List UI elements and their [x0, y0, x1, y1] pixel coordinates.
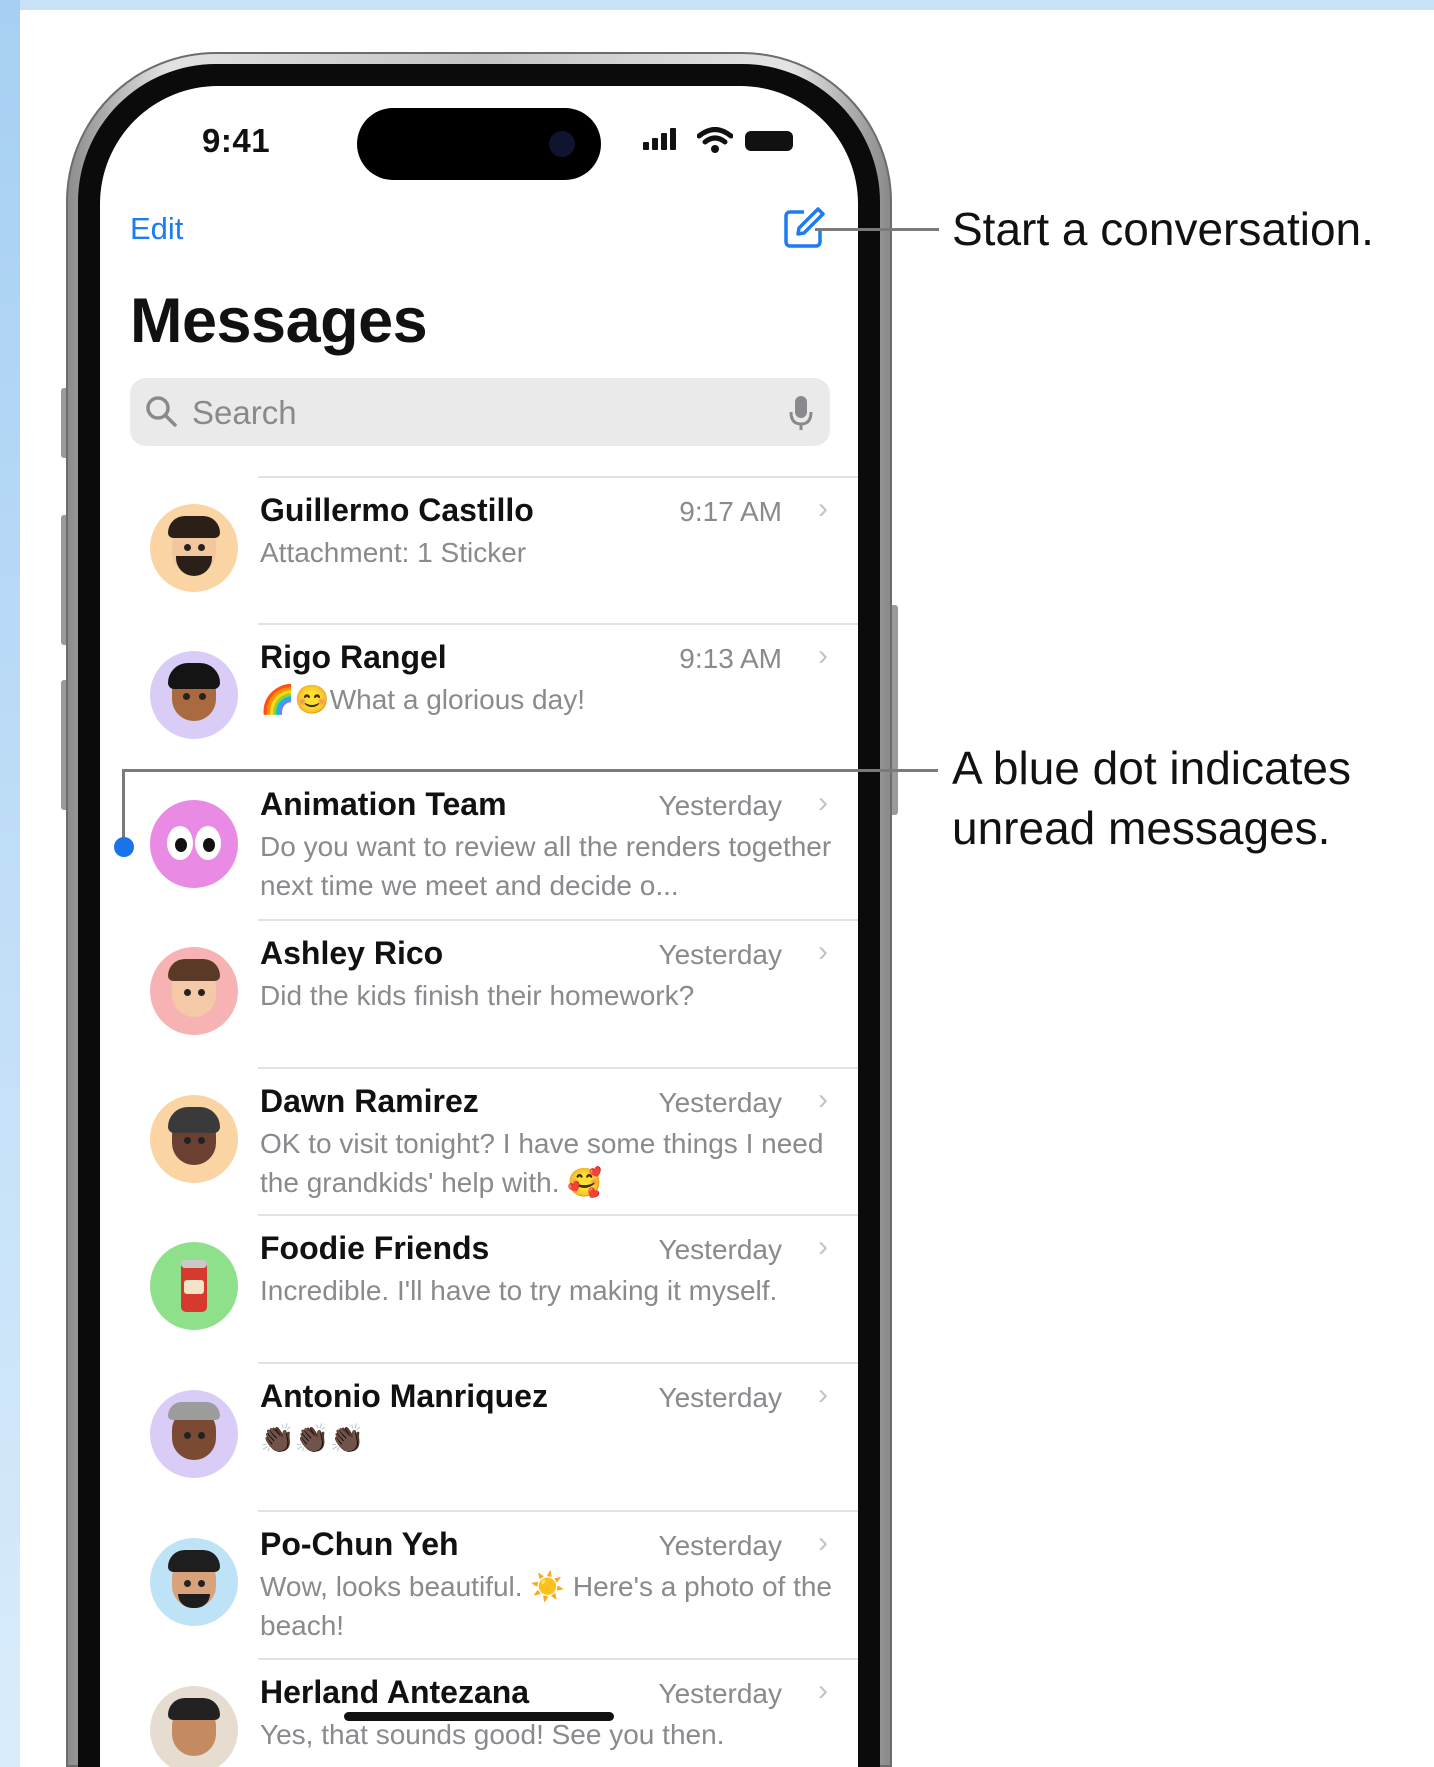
chevron-right-icon: ›: [818, 492, 828, 525]
chevron-right-icon: ›: [818, 1378, 828, 1411]
conversation-preview: Attachment: 1 Sticker: [260, 537, 527, 568]
conversation-preview: Wow, looks beautiful. ☀️ Here's a photo …: [260, 1571, 833, 1641]
conversation-preview: Incredible. I'll have to try making it m…: [260, 1275, 778, 1306]
conversation-preview: 🌈😊What a glorious day!: [260, 680, 835, 719]
conversation-time: Yesterday: [658, 790, 783, 821]
conversation-name: Foodie Friends: [260, 1230, 490, 1266]
conversation-row[interactable]: Ashley Rico Yesterday › Did the kids fin…: [100, 921, 858, 1068]
preview-emoji: 🌈😊: [260, 684, 330, 715]
conversation-time: Yesterday: [658, 1234, 783, 1265]
callout-unread-line2: unread messages.: [952, 802, 1331, 854]
chevron-right-icon: ›: [818, 1230, 828, 1263]
avatar: [150, 947, 238, 1035]
avatar: [150, 504, 238, 592]
preview-text: What a glorious day!: [329, 684, 585, 715]
search-input[interactable]: [190, 388, 754, 438]
conversation-name: Guillermo Castillo: [260, 492, 534, 528]
chevron-right-icon: ›: [818, 786, 828, 819]
conversation-preview: Did the kids finish their homework?: [260, 980, 695, 1011]
conversation-row[interactable]: Animation Team Yesterday › Do you want t…: [100, 772, 858, 917]
signal-icon: [643, 126, 683, 150]
avatar: [150, 1538, 238, 1626]
conversation-preview: OK to visit tonight? I have some things …: [260, 1128, 824, 1198]
conversation-name: Antonio Manriquez: [260, 1378, 548, 1414]
avatar: [150, 1242, 238, 1330]
conversation-row[interactable]: Po-Chun Yeh Yesterday › Wow, looks beaut…: [100, 1512, 858, 1659]
edit-button[interactable]: Edit: [130, 211, 183, 247]
conversation-time: Yesterday: [658, 1087, 783, 1118]
chevron-right-icon: ›: [818, 935, 828, 968]
microphone-icon[interactable]: [788, 394, 814, 432]
avatar: [150, 1390, 238, 1478]
avatar: [150, 1095, 238, 1183]
chevron-right-icon: ›: [818, 639, 828, 672]
conversation-time: 9:17 AM: [679, 496, 782, 527]
callout-line: [815, 228, 939, 231]
background-top: [0, 0, 1434, 10]
battery-icon: [745, 131, 793, 151]
chevron-right-icon: ›: [818, 1526, 828, 1559]
conversation-row[interactable]: Foodie Friends Yesterday › Incredible. I…: [100, 1216, 858, 1363]
status-time: 9:41: [202, 122, 271, 159]
conversation-name: Po-Chun Yeh: [260, 1526, 459, 1562]
search-bar[interactable]: [130, 378, 830, 446]
home-indicator: [344, 1712, 614, 1721]
conversation-row[interactable]: Guillermo Castillo 9:17 AM › Attachment:…: [100, 478, 858, 625]
chevron-right-icon: ›: [818, 1083, 828, 1116]
conversation-row[interactable]: Antonio Manriquez Yesterday › 👏🏿👏🏿👏🏿: [100, 1364, 858, 1511]
page-title: Messages: [130, 286, 428, 356]
avatar: [150, 651, 238, 739]
callout-compose: Start a conversation.: [952, 203, 1374, 255]
conversation-preview: Do you want to review all the renders to…: [260, 831, 832, 901]
conversation-name: Ashley Rico: [260, 935, 444, 971]
chevron-right-icon: ›: [818, 1674, 828, 1707]
wifi-icon: [697, 127, 733, 153]
conversation-name: Dawn Ramirez: [260, 1083, 479, 1119]
conversation-time: Yesterday: [658, 939, 783, 970]
conversation-time: Yesterday: [658, 1382, 783, 1413]
callout-unread: A blue dot indicates unread messages.: [952, 738, 1351, 858]
conversation-time: 9:13 AM: [679, 643, 782, 674]
conversation-preview: 👏🏿👏🏿👏🏿: [260, 1423, 365, 1454]
search-icon: [146, 396, 177, 427]
callout-unread-line1: A blue dot indicates: [952, 742, 1351, 794]
avatar: [150, 1686, 238, 1767]
conversation-name: Rigo Rangel: [260, 639, 447, 675]
avatar: [150, 800, 238, 888]
conversation-name: Herland Antezana: [260, 1674, 530, 1710]
conversation-time: Yesterday: [658, 1678, 783, 1709]
background-left: [0, 0, 20, 1767]
conversation-row[interactable]: Rigo Rangel 9:13 AM › 🌈😊What a glorious …: [100, 625, 858, 772]
camera-icon: [549, 131, 575, 157]
conversation-name: Animation Team: [260, 786, 507, 822]
conversation-time: Yesterday: [658, 1530, 783, 1561]
conversation-row[interactable]: Dawn Ramirez Yesterday › OK to visit ton…: [100, 1069, 858, 1216]
